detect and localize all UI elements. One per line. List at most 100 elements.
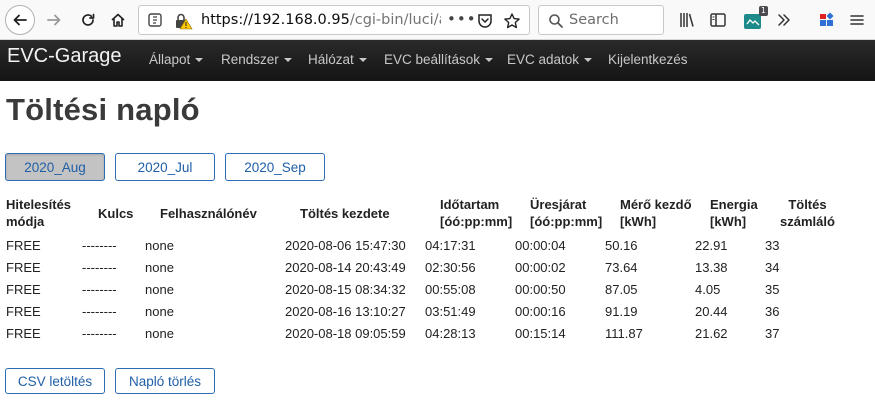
- column-header-username: Felhasználónév: [160, 206, 257, 221]
- nav-item-label: EVC beállítások: [384, 52, 481, 67]
- forward-button[interactable]: [42, 8, 66, 32]
- brand-logo[interactable]: EVC-Garage: [7, 45, 122, 68]
- cell-duration: 00:55:08: [425, 282, 476, 297]
- cell-counter: 37: [765, 326, 780, 341]
- page-title: Töltési napló: [6, 92, 200, 127]
- nav-item-label: Állapot: [149, 52, 191, 67]
- cell-username: none: [145, 282, 174, 297]
- reload-button[interactable]: [76, 8, 100, 32]
- column-header-duration: Időtartam [óó:pp:mm]: [440, 197, 513, 229]
- cell-meter-start: 111.87: [605, 326, 643, 341]
- double-chevron-right-icon: [778, 14, 790, 26]
- cell-start: 2020-08-06 15:47:30: [285, 238, 406, 253]
- nav-item-evc-adatok[interactable]: EVC adatok: [507, 52, 593, 67]
- cell-start: 2020-08-18 09:05:59: [285, 326, 406, 341]
- nav-item-allapot[interactable]: Állapot: [149, 52, 204, 67]
- library-button[interactable]: [676, 8, 700, 32]
- tab-2020-aug[interactable]: 2020_Aug: [5, 153, 105, 181]
- cell-start: 2020-08-14 20:43:49: [285, 260, 406, 275]
- cell-idle: 00:00:04: [515, 238, 566, 253]
- arrow-left-icon: [13, 14, 27, 26]
- column-header-counter: Töltés számláló: [780, 197, 835, 229]
- caret-down-icon: [358, 58, 367, 63]
- cell-counter: 34: [765, 260, 780, 275]
- cell-username: none: [145, 326, 174, 341]
- cell-counter: 33: [765, 238, 780, 253]
- page-info-icon[interactable]: [147, 12, 163, 28]
- column-header-meter-start: Mérő kezdő [kWh]: [620, 197, 692, 229]
- cell-start: 2020-08-16 13:10:27: [285, 304, 406, 319]
- library-icon: [680, 13, 694, 27]
- addon-button[interactable]: [815, 8, 839, 32]
- caret-down-icon: [584, 58, 593, 63]
- csv-download-button[interactable]: CSV letöltés: [5, 368, 105, 394]
- url-text[interactable]: https://192.168.0.95/cgi-bin/luci/a: [201, 12, 441, 28]
- cell-username: none: [145, 304, 174, 319]
- tab-2020-jul[interactable]: 2020_Jul: [115, 153, 215, 181]
- cell-key: --------: [82, 326, 117, 341]
- cell-meter-start: 87.05: [605, 282, 638, 297]
- nav-item-label: Hálózat: [308, 52, 354, 67]
- cell-idle: 00:00:16: [515, 304, 566, 319]
- page-actions-icon[interactable]: •••: [447, 10, 477, 28]
- browser-toolbar: https://192.168.0.95/cgi-bin/luci/a ••• …: [0, 0, 875, 40]
- bookmark-star-icon[interactable]: [503, 12, 521, 30]
- nav-item-label: Kijelentkezés: [608, 52, 688, 67]
- hamburger-menu-button[interactable]: [845, 8, 869, 32]
- cell-key: --------: [82, 282, 117, 297]
- cell-duration: 02:30:56: [425, 260, 476, 275]
- cell-key: --------: [82, 304, 117, 319]
- cell-energy: 22.91: [695, 238, 728, 253]
- insecure-lock-icon[interactable]: [173, 12, 193, 30]
- sidebar-icon: [710, 13, 726, 27]
- sidebar-button[interactable]: [706, 8, 730, 32]
- overflow-menu-button[interactable]: [772, 8, 796, 32]
- pocket-icon[interactable]: [476, 12, 494, 30]
- nav-item-halozat[interactable]: Hálózat: [308, 52, 367, 67]
- cell-meter-start: 91.19: [605, 304, 638, 319]
- back-button[interactable]: [5, 5, 35, 35]
- cell-idle: 00:00:02: [515, 260, 566, 275]
- extension-badge: 1: [758, 6, 768, 16]
- cell-energy: 13.38: [695, 260, 728, 275]
- cell-energy: 21.62: [695, 326, 728, 341]
- cell-energy: 4.05: [695, 282, 721, 297]
- caret-down-icon: [485, 58, 494, 63]
- puzzle-icon: [820, 12, 834, 26]
- cell-energy: 20.44: [695, 304, 728, 319]
- cell-duration: 04:17:31: [425, 238, 476, 253]
- nav-item-rendszer[interactable]: Rendszer: [221, 52, 292, 67]
- column-header-auth: Hitelesítés módja: [6, 197, 72, 229]
- cell-meter-start: 50.16: [605, 238, 638, 253]
- cell-username: none: [145, 260, 174, 275]
- cell-counter: 35: [765, 282, 780, 297]
- cell-key: --------: [82, 238, 117, 253]
- clear-log-button[interactable]: Napló törlés: [115, 368, 215, 394]
- nav-item-evc-beallitasok[interactable]: EVC beállítások: [384, 52, 494, 67]
- extension-button[interactable]: 1: [740, 6, 768, 34]
- home-button[interactable]: [106, 8, 130, 32]
- cell-idle: 00:15:14: [515, 326, 566, 341]
- cell-key: --------: [82, 260, 117, 275]
- cell-auth: FREE: [6, 260, 41, 275]
- cell-meter-start: 73.64: [605, 260, 638, 275]
- reload-icon: [82, 13, 95, 26]
- column-header-energy: Energia [kWh]: [710, 197, 758, 229]
- tab-2020-sep[interactable]: 2020_Sep: [225, 153, 325, 181]
- nav-item-label: EVC adatok: [507, 52, 580, 67]
- column-header-start: Töltés kezdete: [300, 206, 390, 221]
- url-bar[interactable]: https://192.168.0.95/cgi-bin/luci/a •••: [138, 5, 530, 35]
- cell-username: none: [145, 238, 174, 253]
- search-icon: [549, 14, 563, 28]
- caret-down-icon: [195, 58, 204, 63]
- cell-duration: 03:51:49: [425, 304, 476, 319]
- nav-item-kijelentkezes[interactable]: Kijelentkezés: [608, 52, 688, 67]
- hamburger-icon: [850, 15, 864, 25]
- cell-auth: FREE: [6, 238, 41, 253]
- cell-duration: 04:28:13: [425, 326, 476, 341]
- cell-idle: 00:00:50: [515, 282, 566, 297]
- cell-counter: 36: [765, 304, 780, 319]
- home-icon: [111, 13, 125, 27]
- cell-auth: FREE: [6, 304, 41, 319]
- search-input[interactable]: Search: [538, 5, 664, 35]
